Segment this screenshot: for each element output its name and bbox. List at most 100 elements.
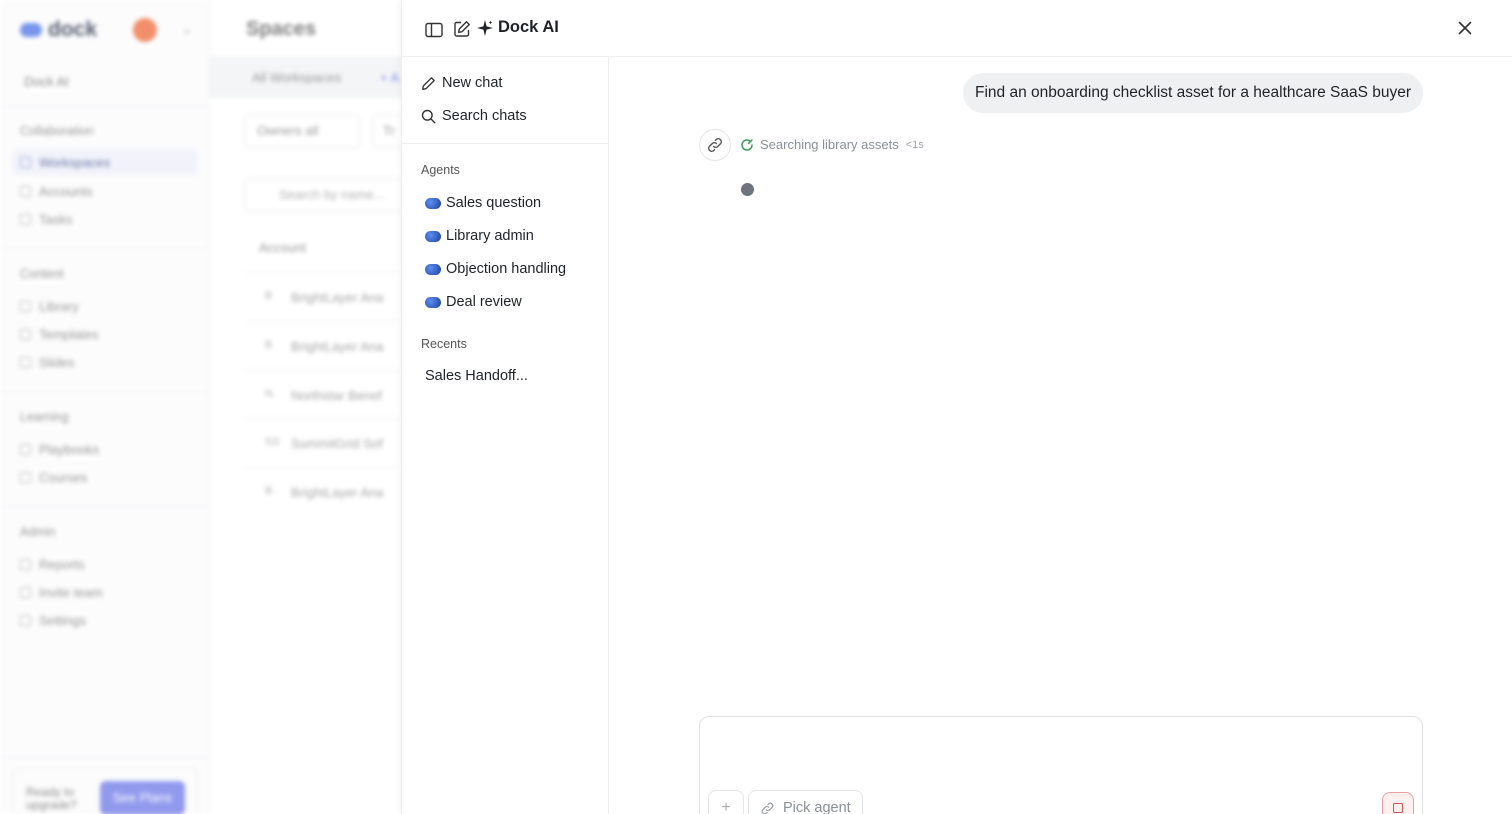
owners-filter: Owners all — [244, 114, 360, 148]
checkbox-icon — [20, 214, 31, 225]
row-name: SummitGrid Sof — [291, 436, 383, 451]
section-admin: Admin — [20, 525, 56, 539]
sidebar-toggle-button[interactable] — [423, 19, 445, 41]
agent-item-sales-question[interactable]: Sales question — [425, 195, 541, 211]
compose-icon — [454, 21, 470, 37]
sidebar-item-playbooks: Playbooks — [20, 442, 99, 457]
sidebar-item-dock-ai: Dock AI — [24, 74, 69, 89]
upgrade-text: Ready to upgrade? — [26, 785, 77, 812]
divider — [0, 507, 210, 508]
new-chat-label: New chat — [442, 75, 503, 91]
tool-status-text: Searching library assets — [760, 137, 899, 152]
sidebar-item-label: Library — [39, 299, 79, 314]
upgrade-card — [12, 768, 198, 814]
sidebar-item-courses: Courses — [20, 470, 87, 485]
agent-item-objection-handling[interactable]: Objection handling — [425, 261, 566, 277]
sidebar-item-label: Settings — [39, 613, 86, 628]
grid-icon — [20, 156, 31, 168]
close-button[interactable] — [1454, 17, 1476, 39]
sidebar-item-label: Invite team — [39, 585, 103, 600]
book-icon — [20, 301, 31, 312]
divider — [244, 467, 414, 468]
divider — [244, 370, 414, 371]
pencil-icon — [422, 76, 435, 90]
chat-main: Find an onboarding checklist asset for a… — [609, 57, 1512, 814]
agent-label: Objection handling — [446, 261, 567, 277]
row-initial: SS — [265, 436, 280, 448]
agent-label: Deal review — [446, 294, 522, 310]
pick-agent-label: Pick agent — [783, 800, 851, 814]
sidebar-item-library: Library — [20, 299, 79, 314]
sidebar-item-label: Courses — [39, 470, 88, 485]
sidebar-item-workspaces: Workspaces — [12, 149, 198, 175]
agent-avatar-icon — [425, 230, 441, 242]
section-content: Content — [20, 267, 64, 281]
divider — [0, 392, 210, 393]
sidebar-item-label: Templates — [39, 327, 99, 342]
app-logo: dock — [20, 18, 97, 42]
table-row: N Northstar Benef — [265, 388, 382, 403]
row-initial: B — [265, 485, 273, 497]
sidebar-item-label: Workspaces — [39, 154, 111, 170]
section-learning: Learning — [20, 410, 69, 424]
divider — [0, 107, 210, 108]
panel-title-text: Dock AI — [498, 18, 559, 36]
template-icon — [20, 329, 31, 340]
sidebar-item-slides: Slides — [20, 355, 74, 370]
table-row: B BrightLayer Ana — [265, 290, 384, 305]
agent-avatar-icon — [425, 197, 441, 209]
divider — [402, 143, 609, 144]
table-row: B BrightLayer Ana — [265, 339, 384, 354]
tabs-bar — [210, 56, 410, 98]
stop-button[interactable] — [1382, 792, 1414, 814]
recents-heading: Recents — [421, 337, 467, 351]
divider — [244, 272, 414, 273]
new-chat-button[interactable]: New chat — [421, 75, 502, 91]
row-name: BrightLayer Ana — [291, 485, 384, 500]
agent-label: Library admin — [446, 228, 534, 244]
new-chat-icon-button[interactable] — [451, 18, 473, 40]
typing-indicator — [741, 183, 754, 196]
sidebar-item-label: Accounts — [39, 184, 93, 199]
sparkle-icon — [477, 19, 493, 36]
panel-title: Dock AI — [476, 18, 559, 37]
chart-icon — [20, 559, 31, 570]
chat-composer[interactable]: + Pick agent — [699, 716, 1423, 814]
chat-sidebar: New chat Search chats Agents Sales quest… — [402, 57, 609, 814]
panel-header: Dock AI — [402, 0, 1512, 57]
agent-item-deal-review[interactable]: Deal review — [425, 294, 522, 310]
row-name: Northstar Benef — [291, 388, 383, 403]
logo-text: dock — [48, 18, 98, 41]
section-collaboration: Collaboration — [20, 124, 94, 138]
tab-all-workspaces: All Workspaces — [252, 70, 342, 85]
chevron-down-icon: ⌄ — [182, 22, 193, 36]
sidebar-item-reports: Reports — [20, 557, 85, 572]
tool-status-time: <1s — [905, 138, 924, 151]
table-row: B BrightLayer Ana — [265, 485, 384, 500]
divider — [244, 321, 414, 322]
dock-ai-panel: Dock AI New chat Search chats Agents Sal… — [401, 0, 1512, 814]
table-row: SS SummitGrid Sof — [265, 436, 383, 451]
link-icon — [761, 802, 774, 814]
search-input: Search by name... — [244, 178, 414, 212]
sidebar-item-settings: Settings — [20, 613, 86, 628]
agent-avatar-icon — [425, 263, 441, 275]
attach-button[interactable]: + — [708, 790, 744, 814]
pick-agent-button[interactable]: Pick agent — [748, 790, 863, 814]
logo-mark-icon — [20, 23, 42, 37]
search-chats-button[interactable]: Search chats — [421, 108, 527, 124]
sidebar-item-invite-team: Invite team — [20, 585, 103, 600]
ai-avatar — [699, 129, 731, 161]
course-icon — [20, 472, 31, 483]
sidebar-item-label: Tasks — [39, 212, 73, 227]
agent-item-library-admin[interactable]: Library admin — [425, 228, 534, 244]
recent-chat-item[interactable]: Sales Handoff... — [425, 368, 528, 384]
sidebar-item-label: Playbooks — [39, 442, 99, 457]
user-message-bubble: Find an onboarding checklist asset for a… — [963, 73, 1423, 113]
app-sidebar — [0, 0, 210, 814]
search-chats-label: Search chats — [442, 108, 527, 124]
agent-avatar-icon — [425, 296, 441, 308]
column-header-account: Account — [259, 240, 306, 255]
user-plus-icon — [20, 587, 31, 598]
row-initial: B — [265, 290, 273, 302]
